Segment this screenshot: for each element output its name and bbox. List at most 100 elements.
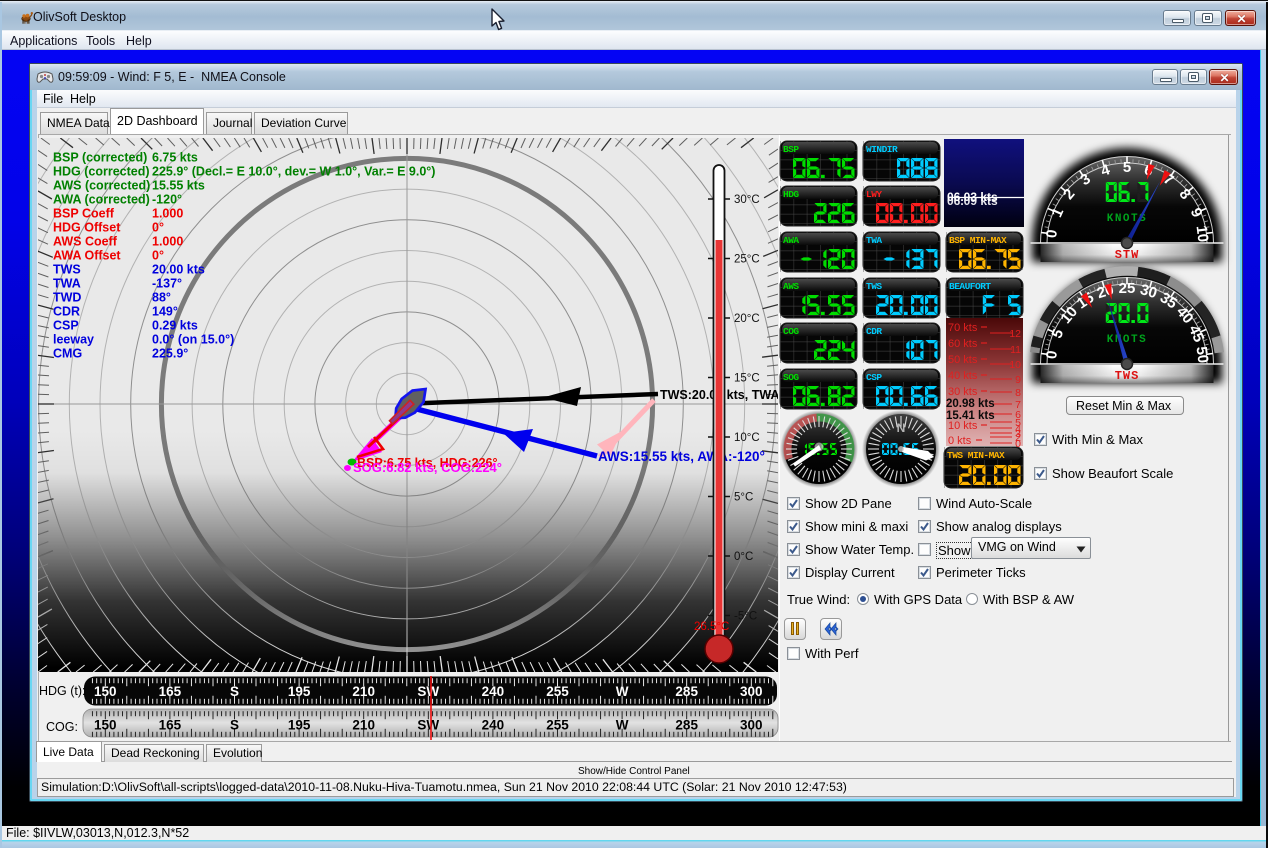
svg-text:195: 195	[288, 684, 311, 699]
svg-text:15.55 kts: 15.55 kts	[152, 179, 205, 193]
svg-text:BSP: BSP	[783, 144, 799, 155]
svg-text:20°C: 20°C	[734, 313, 760, 325]
svg-text:AWA: AWA	[783, 235, 799, 246]
svg-text:CMG: CMG	[53, 347, 82, 361]
svg-text:210: 210	[352, 684, 375, 699]
svg-text:0°C: 0°C	[734, 551, 753, 563]
svg-text:TWA: TWA	[866, 235, 882, 246]
svg-text:300: 300	[740, 684, 763, 699]
svg-text:COG:: COG:	[46, 720, 78, 734]
svg-text:30 kts: 30 kts	[948, 386, 978, 398]
svg-text:225.9°: 225.9°	[152, 347, 188, 361]
svg-text:S: S	[230, 684, 239, 699]
svg-text:KNOTS: KNOTS	[1107, 334, 1148, 346]
svg-text:165: 165	[159, 684, 182, 699]
svg-text:210: 210	[352, 718, 375, 733]
svg-text:TWA: TWA	[53, 277, 81, 291]
svg-text:9: 9	[1015, 374, 1021, 386]
svg-text:300: 300	[740, 718, 763, 733]
svg-text:0.0° (on 15.0°): 0.0° (on 15.0°)	[152, 333, 234, 347]
svg-text:40 kts: 40 kts	[948, 370, 978, 382]
svg-text:N: N	[897, 421, 906, 435]
svg-text:AWA Offset: AWA Offset	[53, 249, 121, 263]
svg-text:AWS: AWS	[783, 281, 799, 292]
svg-text:6.75 kts: 6.75 kts	[152, 151, 198, 165]
svg-text:11: 11	[1010, 344, 1021, 356]
svg-text:165: 165	[159, 718, 182, 733]
svg-text:25°C: 25°C	[734, 254, 760, 266]
svg-text:-5°C: -5°C	[734, 611, 757, 623]
svg-text:SOG:6.82 kts, COG:224°: SOG:6.82 kts, COG:224°	[353, 460, 502, 475]
svg-text:HDG (t):: HDG (t):	[39, 684, 86, 698]
svg-text:AWS:15.55 kts, AWA:-120°: AWS:15.55 kts, AWA:-120°	[598, 449, 765, 464]
svg-text:CSP: CSP	[866, 372, 882, 383]
svg-text:CDR: CDR	[53, 305, 80, 319]
svg-text:12: 12	[1009, 328, 1021, 340]
svg-text:06.09 kts: 06.09 kts	[947, 194, 998, 208]
svg-text:W: W	[616, 684, 629, 699]
svg-text:149°: 149°	[152, 305, 178, 319]
svg-text:BSP (corrected): BSP (corrected)	[53, 151, 147, 165]
svg-text:TWS: TWS	[53, 263, 81, 277]
svg-text:10: 10	[1192, 225, 1211, 244]
svg-text:225.9° (Decl.= E 10.0°, dev.=: 225.9° (Decl.= E 10.0°, dev.= W 1.0°, Va…	[152, 165, 435, 179]
svg-text:SW: SW	[417, 684, 439, 699]
svg-text:15.41 kts: 15.41 kts	[946, 410, 995, 422]
svg-text:10°C: 10°C	[734, 432, 760, 444]
svg-text:STW: STW	[1115, 248, 1140, 262]
svg-text:195: 195	[288, 718, 311, 733]
svg-text:150: 150	[94, 718, 117, 733]
svg-text:HDG (corrected): HDG (corrected)	[53, 165, 150, 179]
svg-text:WINDIR: WINDIR	[866, 144, 898, 155]
svg-text:15°C: 15°C	[734, 373, 760, 385]
svg-text:LWY: LWY	[866, 189, 882, 200]
svg-text:150: 150	[94, 684, 117, 699]
svg-text:TWS: TWS	[1115, 369, 1140, 383]
svg-text:30°C: 30°C	[734, 194, 760, 206]
svg-text:1.000: 1.000	[152, 235, 183, 249]
svg-text:TWS MIN-MAX: TWS MIN-MAX	[947, 450, 1005, 461]
svg-text:leeway: leeway	[53, 333, 94, 347]
svg-text:COG: COG	[783, 326, 799, 337]
svg-text:20.98 kts: 20.98 kts	[946, 398, 995, 410]
svg-text:5: 5	[1123, 159, 1131, 176]
svg-text:240: 240	[482, 684, 505, 699]
svg-text:60 kts: 60 kts	[948, 338, 978, 350]
svg-text:W: W	[616, 718, 629, 733]
svg-text:HDG: HDG	[783, 189, 799, 200]
svg-text:240: 240	[482, 718, 505, 733]
svg-text:10: 10	[1009, 359, 1021, 371]
svg-text:TWD: TWD	[53, 291, 81, 305]
svg-text:0 kts: 0 kts	[948, 435, 972, 447]
svg-text:BSP MIN-MAX: BSP MIN-MAX	[949, 235, 1007, 246]
svg-text:-120°: -120°	[152, 193, 182, 207]
svg-text:TWS: TWS	[866, 281, 882, 292]
svg-text:50 kts: 50 kts	[948, 354, 978, 366]
svg-text:AWA (corrected): AWA (corrected)	[53, 193, 150, 207]
svg-text:26.5°C: 26.5°C	[694, 621, 729, 633]
svg-text:255: 255	[546, 718, 569, 733]
svg-text:BSP Coeff: BSP Coeff	[53, 207, 115, 221]
svg-text:50: 50	[1192, 346, 1211, 365]
svg-text:0°: 0°	[152, 221, 164, 235]
svg-text:SOG: SOG	[783, 372, 799, 383]
svg-text:0: 0	[1015, 438, 1021, 450]
svg-text:0.29 kts: 0.29 kts	[152, 319, 198, 333]
svg-text:SW: SW	[417, 718, 439, 733]
svg-text:AWS Coeff: AWS Coeff	[53, 235, 118, 249]
svg-text:BEAUFORT: BEAUFORT	[949, 281, 991, 292]
svg-text:25: 25	[1119, 280, 1136, 297]
svg-text:-137°: -137°	[152, 277, 182, 291]
svg-text:8: 8	[1015, 387, 1021, 399]
svg-text:HDG Offset: HDG Offset	[53, 221, 121, 235]
svg-text:255: 255	[546, 684, 569, 699]
svg-text:CSP: CSP	[53, 319, 79, 333]
svg-text:CDR: CDR	[866, 326, 882, 337]
svg-text:88°: 88°	[152, 291, 171, 305]
svg-text:0°: 0°	[152, 249, 164, 263]
svg-text:S: S	[230, 718, 239, 733]
svg-text:70 kts: 70 kts	[948, 322, 978, 334]
svg-text:5°C: 5°C	[734, 492, 753, 504]
svg-text:20.00 kts: 20.00 kts	[152, 263, 205, 277]
svg-text:285: 285	[675, 718, 698, 733]
